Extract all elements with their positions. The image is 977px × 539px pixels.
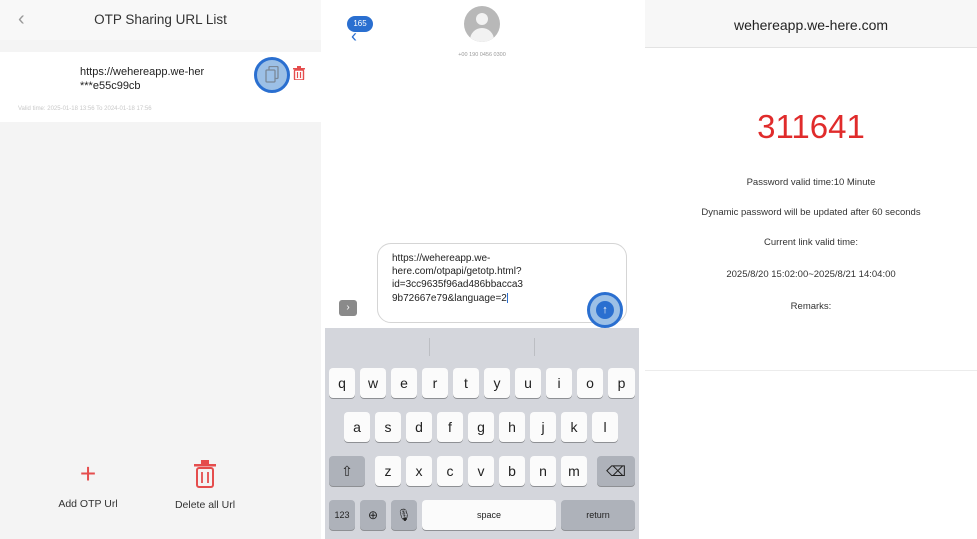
- trash-icon[interactable]: [293, 66, 305, 80]
- otp-code: 311641: [757, 108, 865, 145]
- backspace-key[interactable]: ⌫: [597, 456, 635, 486]
- send-button[interactable]: ↑: [587, 292, 623, 328]
- messages-screen: ‹ 165 +00 190 0456 0300 › https://wehere…: [325, 0, 639, 539]
- shift-icon: ⇧: [341, 463, 353, 479]
- key[interactable]: j: [530, 412, 556, 442]
- key[interactable]: c: [437, 456, 463, 486]
- key[interactable]: t: [453, 368, 479, 398]
- delete-all-url-label: Delete all Url: [174, 499, 236, 511]
- globe-key[interactable]: ⊕: [360, 500, 386, 530]
- key[interactable]: e: [391, 368, 417, 398]
- unread-badge: 165: [347, 16, 373, 32]
- key[interactable]: k: [561, 412, 587, 442]
- password-valid-time: Password valid time:10 Minute: [746, 177, 876, 188]
- space-key[interactable]: space: [422, 500, 556, 530]
- globe-icon: ⊕: [367, 508, 379, 522]
- otp-url-line1: https://wehereapp.we-her: [80, 66, 205, 78]
- key[interactable]: g: [468, 412, 494, 442]
- key[interactable]: s: [375, 412, 401, 442]
- key[interactable]: y: [484, 368, 510, 398]
- copy-button[interactable]: [254, 57, 290, 93]
- key[interactable]: b: [499, 456, 525, 486]
- otp-list-screen: ‹ OTP Sharing URL List https://wehereapp…: [0, 0, 321, 539]
- divider: [639, 0, 645, 539]
- message-line: here.com/otpapi/getotp.html?: [392, 266, 522, 278]
- key[interactable]: m: [561, 456, 587, 486]
- keyboard: q w e r t y u i o p a s d f g h j k l ⇧ …: [325, 328, 639, 539]
- expand-apps-icon[interactable]: ›: [339, 300, 357, 316]
- key[interactable]: x: [406, 456, 432, 486]
- page-domain: wehereapp.we-here.com: [733, 17, 889, 33]
- key[interactable]: d: [406, 412, 432, 442]
- return-key[interactable]: return: [561, 500, 635, 530]
- otp-password-screen: wehereapp.we-here.com 311641 Password va…: [645, 0, 977, 539]
- contact-phone: +00 190 0456 0300: [458, 52, 506, 58]
- link-valid-label: Current link valid time:: [764, 237, 858, 248]
- dictation-key[interactable]: 🎙: [391, 500, 417, 530]
- key[interactable]: a: [344, 412, 370, 442]
- key[interactable]: i: [546, 368, 572, 398]
- otp-url-text: https://wehereapp.we-her ***e55c99cb: [80, 65, 204, 93]
- add-otp-url-button[interactable]: + Add OTP Url: [56, 458, 120, 511]
- person-icon: [476, 13, 488, 25]
- avatar[interactable]: [464, 6, 500, 42]
- key[interactable]: o: [577, 368, 603, 398]
- text-cursor: [506, 292, 508, 303]
- key[interactable]: w: [360, 368, 386, 398]
- message-line: 9b72667e79&language=2: [392, 292, 508, 304]
- key[interactable]: u: [515, 368, 541, 398]
- numbers-key[interactable]: 123: [329, 500, 355, 530]
- trash-icon: [194, 460, 216, 488]
- arrow-up-icon: ↑: [596, 301, 614, 319]
- microphone-icon: 🎙: [396, 508, 412, 522]
- delete-all-url-button[interactable]: Delete all Url: [160, 460, 250, 511]
- divider: [321, 0, 325, 539]
- page-footer: [645, 370, 977, 539]
- key[interactable]: n: [530, 456, 556, 486]
- page-title: OTP Sharing URL List: [94, 12, 227, 27]
- otp-url-valid-time: Valid time: 2025-01-18 13:56 To 2024-01-…: [18, 106, 152, 112]
- key[interactable]: q: [329, 368, 355, 398]
- message-text: https://wehereapp.we- here.com/otpapi/ge…: [392, 252, 523, 305]
- message-line: id=3cc9635f96ad486bbacca3: [392, 279, 523, 291]
- update-note: Dynamic password will be updated after 6…: [701, 207, 921, 218]
- message-line: https://wehereapp.we-: [392, 253, 491, 264]
- address-bar: wehereapp.we-here.com: [645, 0, 977, 48]
- plus-icon: +: [79, 458, 97, 489]
- link-valid-range: 2025/8/20 15:02:00~2025/8/21 14:04:00: [726, 269, 896, 280]
- key[interactable]: p: [608, 368, 635, 398]
- nav-bar: ‹ OTP Sharing URL List: [0, 0, 321, 40]
- shift-key[interactable]: ⇧: [329, 456, 365, 486]
- key[interactable]: h: [499, 412, 525, 442]
- backspace-icon: ⌫: [606, 463, 626, 479]
- key[interactable]: f: [437, 412, 463, 442]
- remarks: Remarks:: [790, 301, 832, 312]
- key[interactable]: l: [592, 412, 618, 442]
- copy-icon: [265, 66, 279, 83]
- key[interactable]: r: [422, 368, 448, 398]
- suggestion-bar: [325, 328, 639, 364]
- otp-url-line2: ***e55c99cb: [80, 80, 141, 92]
- add-otp-url-label: Add OTP Url: [58, 498, 118, 510]
- key[interactable]: v: [468, 456, 494, 486]
- key[interactable]: z: [375, 456, 401, 486]
